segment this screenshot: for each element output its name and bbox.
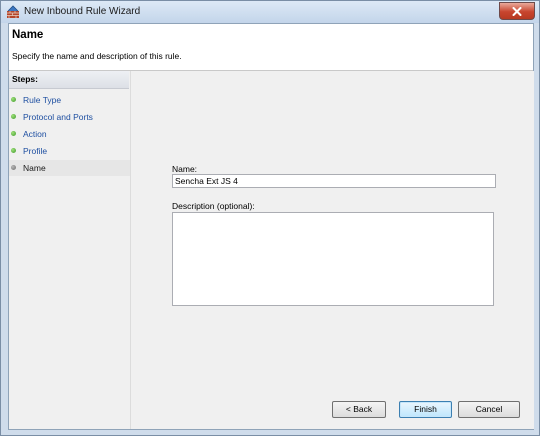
step-current-icon <box>11 165 16 170</box>
step-label: Action <box>23 129 47 139</box>
wizard-client-area: Name Specify the name and description of… <box>8 23 534 430</box>
step-name: Name <box>9 160 130 176</box>
name-input[interactable]: Sencha Ext JS 4 <box>172 174 496 188</box>
title-bar: New Inbound Rule Wizard <box>1 1 539 23</box>
back-button[interactable]: < Back <box>332 401 386 418</box>
description-label: Description (optional): <box>172 201 255 211</box>
step-action[interactable]: Action <box>9 126 130 142</box>
wizard-window: New Inbound Rule Wizard Name Specify the… <box>0 0 540 436</box>
step-label: Protocol and Ports <box>23 112 93 122</box>
page-title: Name <box>12 29 44 41</box>
step-profile[interactable]: Profile <box>9 143 130 159</box>
firewall-icon <box>7 5 19 18</box>
close-button[interactable] <box>499 2 535 20</box>
step-protocol-and-ports[interactable]: Protocol and Ports <box>9 109 130 125</box>
finish-button[interactable]: Finish <box>399 401 452 418</box>
step-complete-icon <box>11 131 16 136</box>
steps-title: Steps: <box>9 71 129 89</box>
page-description: Specify the name and description of this… <box>12 51 182 61</box>
step-label: Rule Type <box>23 95 62 105</box>
steps-panel: Steps: Rule Type Protocol and Ports Acti… <box>9 71 130 429</box>
close-icon <box>512 6 522 16</box>
step-rule-type[interactable]: Rule Type <box>9 92 130 108</box>
step-complete-icon <box>11 148 16 153</box>
window-title: New Inbound Rule Wizard <box>24 6 141 17</box>
step-label: Name <box>23 163 46 173</box>
wizard-content: Name: Sencha Ext JS 4 Description (optio… <box>130 71 534 429</box>
description-input[interactable] <box>172 212 494 306</box>
step-label: Profile <box>23 146 48 156</box>
step-complete-icon <box>11 114 16 119</box>
cancel-button[interactable]: Cancel <box>458 401 520 418</box>
step-complete-icon <box>11 97 16 102</box>
name-label: Name: <box>172 164 198 174</box>
wizard-header: Name Specify the name and description of… <box>9 24 533 71</box>
